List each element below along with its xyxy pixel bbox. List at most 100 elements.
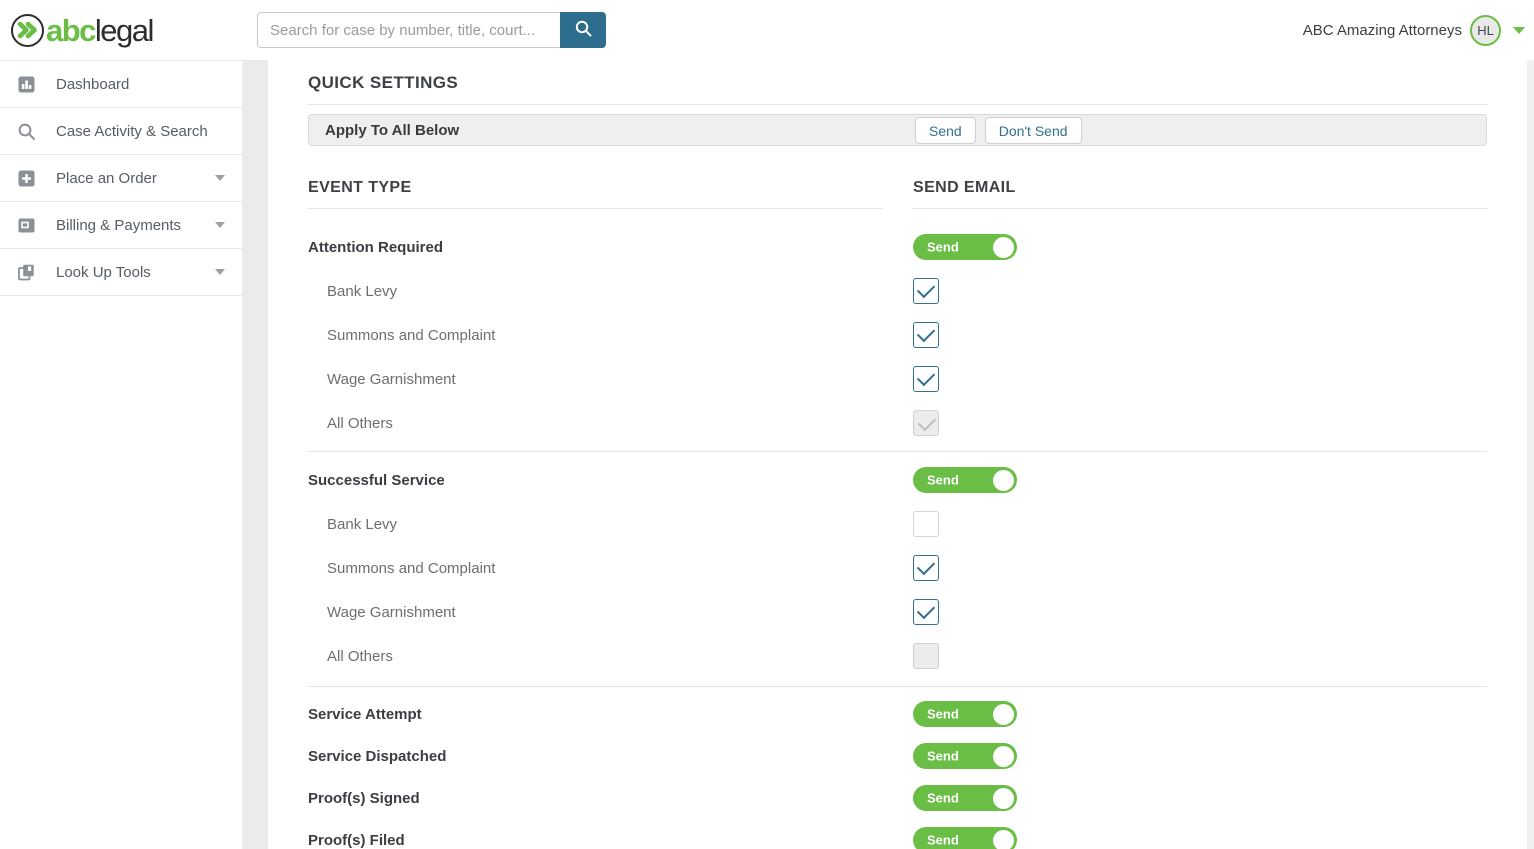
divider: [913, 208, 1487, 209]
top-header: abclegal ABC Amazing Attorneys HL: [0, 0, 1534, 60]
sidebar-nav: Dashboard Case Activity & Search Place a…: [0, 60, 242, 849]
toggle-label: Send: [927, 473, 959, 488]
event-subtype-label: Wage Garnishment: [308, 604, 913, 621]
divider: [308, 104, 1487, 105]
send-email-toggle[interactable]: Send: [913, 785, 1017, 811]
page-title: QUICK SETTINGS: [308, 72, 1487, 94]
toggle-knob: [993, 788, 1014, 809]
event-row-service-attempt: Service Attempt Send: [308, 693, 1487, 735]
event-subrow-bank-levy: Bank Levy: [308, 502, 1487, 546]
billing-card-icon: [16, 215, 36, 235]
case-search: [257, 12, 606, 48]
toggle-label: Send: [927, 833, 959, 848]
event-subrow-bank-levy: Bank Levy: [308, 269, 1487, 313]
sidebar-item-billing-payments[interactable]: Billing & Payments: [0, 202, 242, 249]
send-email-checkbox[interactable]: [913, 555, 939, 581]
logo-wordmark: abclegal: [46, 15, 153, 46]
sidebar-item-label: Case Activity & Search: [56, 123, 208, 140]
book-icon: [16, 262, 36, 282]
abclegal-logo[interactable]: abclegal: [0, 14, 257, 47]
toggle-knob: [993, 746, 1014, 767]
event-row-service-dispatched: Service Dispatched Send: [308, 735, 1487, 777]
event-subrow-summons-and-complaint: Summons and Complaint: [308, 546, 1487, 590]
event-row-attention-required: Attention Required Send: [308, 225, 1487, 269]
event-row-successful-service: Successful Service Send: [308, 458, 1487, 502]
vertical-scrollbar[interactable]: [1527, 60, 1534, 849]
logo-chevrons-icon: [11, 14, 44, 47]
event-subtype-label: Bank Levy: [308, 283, 913, 300]
quick-settings-panel: QUICK SETTINGS Apply To All Below Send D…: [268, 60, 1527, 849]
event-subrow-wage-garnishment: Wage Garnishment: [308, 590, 1487, 634]
send-email-checkbox[interactable]: [913, 278, 939, 304]
search-input[interactable]: [257, 12, 560, 48]
send-email-checkbox[interactable]: [913, 511, 939, 537]
send-email-checkbox[interactable]: [913, 322, 939, 348]
event-subrow-all-others: All Others: [308, 634, 1487, 678]
search-icon: [16, 121, 36, 141]
event-subrow-all-others: All Others: [308, 401, 1487, 445]
toggle-label: Send: [927, 791, 959, 806]
sidebar-item-place-an-order[interactable]: Place an Order: [0, 155, 242, 202]
sidebar-content-gutter: [242, 60, 268, 849]
send-email-checkbox[interactable]: [913, 599, 939, 625]
sidebar-item-look-up-tools[interactable]: Look Up Tools: [0, 249, 242, 296]
sidebar-item-case-activity-search[interactable]: Case Activity & Search: [0, 108, 242, 155]
toggle-knob: [993, 704, 1014, 725]
chevron-down-icon[interactable]: [1513, 27, 1525, 34]
send-email-toggle[interactable]: Send: [913, 743, 1017, 769]
event-subtype-label: Bank Levy: [308, 516, 913, 533]
account-menu[interactable]: ABC Amazing Attorneys HL: [1303, 15, 1534, 46]
divider: [308, 451, 1487, 452]
avatar-initials: HL: [1477, 23, 1494, 38]
avatar[interactable]: HL: [1470, 15, 1501, 46]
sidebar-item-label: Place an Order: [56, 170, 157, 187]
dont-send-all-button[interactable]: Don't Send: [985, 117, 1082, 144]
column-headers: EVENT TYPE SEND EMAIL: [308, 179, 1487, 209]
column-header-event-type: EVENT TYPE: [308, 179, 913, 197]
event-subtype-label: All Others: [308, 648, 913, 665]
search-icon: [574, 19, 593, 41]
event-type-label: Proof(s) Signed: [308, 790, 913, 807]
chevron-down-icon: [215, 222, 225, 228]
sidebar-item-label: Billing & Payments: [56, 217, 181, 234]
sidebar-item-label: Look Up Tools: [56, 264, 151, 281]
event-subrow-summons-and-complaint: Summons and Complaint: [308, 313, 1487, 357]
toggle-label: Send: [927, 749, 959, 764]
search-button[interactable]: [560, 12, 606, 48]
divider: [308, 686, 1487, 687]
sidebar-item-label: Dashboard: [56, 76, 129, 93]
event-subrow-wage-garnishment: Wage Garnishment: [308, 357, 1487, 401]
toggle-knob: [993, 470, 1014, 491]
event-type-label: Proof(s) Filed: [308, 832, 913, 849]
plus-square-icon: [16, 168, 36, 188]
dashboard-icon: [16, 74, 36, 94]
event-row-proofs-signed: Proof(s) Signed Send: [308, 777, 1487, 819]
toggle-knob: [993, 237, 1014, 258]
send-all-button[interactable]: Send: [915, 117, 976, 144]
send-email-checkbox[interactable]: [913, 366, 939, 392]
event-subtype-label: Wage Garnishment: [308, 371, 913, 388]
toggle-knob: [993, 830, 1014, 849]
toggle-label: Send: [927, 240, 959, 255]
divider: [308, 208, 883, 209]
chevron-down-icon: [215, 175, 225, 181]
event-subtype-label: Summons and Complaint: [308, 560, 913, 577]
apply-to-all-label: Apply To All Below: [325, 122, 459, 139]
send-email-toggle[interactable]: Send: [913, 467, 1017, 493]
toggle-label: Send: [927, 707, 959, 722]
event-type-label: Successful Service: [308, 472, 913, 489]
account-name: ABC Amazing Attorneys: [1303, 22, 1462, 39]
send-email-checkbox-disabled: [913, 643, 939, 669]
event-type-label: Service Dispatched: [308, 748, 913, 765]
send-email-toggle[interactable]: Send: [913, 827, 1017, 849]
event-type-label: Attention Required: [308, 239, 913, 256]
event-row-proofs-filed: Proof(s) Filed Send: [308, 819, 1487, 849]
send-email-toggle[interactable]: Send: [913, 234, 1017, 260]
event-subtype-label: All Others: [308, 415, 913, 432]
send-email-toggle[interactable]: Send: [913, 701, 1017, 727]
event-subtype-label: Summons and Complaint: [308, 327, 913, 344]
send-email-checkbox-disabled: [913, 410, 939, 436]
sidebar-item-dashboard[interactable]: Dashboard: [0, 61, 242, 108]
column-header-send-email: SEND EMAIL: [913, 179, 1487, 197]
apply-to-all-bar: Apply To All Below Send Don't Send: [308, 114, 1487, 146]
